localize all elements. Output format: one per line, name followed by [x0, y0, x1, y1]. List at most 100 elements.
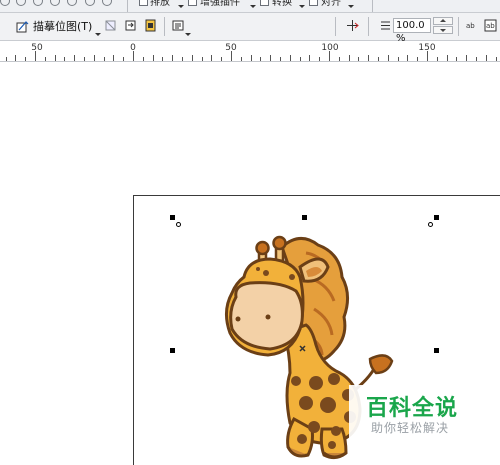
ruler-tick	[368, 55, 370, 61]
ruler-tick	[280, 57, 281, 61]
zoom-in-icon[interactable]	[16, 0, 26, 6]
svg-text:ab: ab	[486, 22, 495, 30]
ruler-label: 50	[31, 43, 43, 53]
crop-bitmap-icon[interactable]	[104, 19, 117, 32]
selection-handle-top[interactable]	[302, 215, 307, 220]
align-icon	[309, 0, 318, 6]
ruler-tick	[260, 57, 262, 61]
zoom-stepper[interactable]	[433, 17, 453, 34]
top-toolbar: 排放 增强插件 转换 对齐	[0, 0, 500, 13]
zoom-height-icon[interactable]	[102, 0, 112, 6]
ruler-tick	[201, 57, 203, 61]
zoom-page-icon[interactable]	[67, 0, 77, 6]
ruler-tick	[456, 57, 458, 61]
ruler-tick	[299, 57, 301, 61]
plugins-icon	[188, 0, 197, 6]
ruler-tick	[113, 55, 115, 61]
ruler-tick	[93, 55, 95, 61]
stepper-down-icon[interactable]	[433, 26, 453, 34]
ruler-tick	[466, 55, 468, 61]
stepper-up-icon[interactable]	[433, 17, 453, 25]
ruler-tick	[84, 57, 85, 61]
ruler-tick	[142, 57, 144, 61]
trace-bitmap-button[interactable]: 描摹位图(T)	[16, 18, 92, 34]
rotation-marker[interactable]	[176, 222, 181, 227]
ruler-tick	[427, 51, 428, 61]
resample-icon[interactable]	[124, 19, 137, 32]
ruler-tick	[221, 57, 223, 61]
ruler-tick	[64, 57, 66, 61]
ruler-tick	[54, 55, 56, 61]
zoom-field[interactable]: 100.0 %	[393, 18, 431, 44]
ruler-tick	[231, 51, 232, 61]
ruler-tick	[162, 57, 164, 61]
ruler-tick	[436, 57, 438, 61]
ruler-tick	[123, 57, 125, 61]
chevron-down-icon[interactable]	[178, 5, 184, 8]
ruler-tick	[250, 55, 252, 61]
ruler-label: 100	[321, 43, 339, 53]
ruler-tick	[387, 55, 389, 61]
ruler-tick	[348, 55, 350, 61]
ruler-tick	[5, 57, 7, 61]
zoom-fit-icon[interactable]	[50, 0, 60, 6]
edit-bitmap-icon[interactable]	[172, 19, 185, 32]
selection-handle-left[interactable]	[170, 348, 175, 353]
rotation-marker[interactable]	[428, 222, 433, 227]
ruler-tick	[378, 57, 379, 61]
ruler-tick	[211, 55, 213, 61]
property-bar: 描摹位图(T) 100.0 % ab ab	[0, 13, 500, 44]
ruler-tick	[172, 55, 174, 61]
ruler-tick	[397, 57, 399, 61]
selection-handle-top-right[interactable]	[434, 215, 439, 220]
trace-bitmap-icon	[16, 20, 29, 32]
ruler-tick	[476, 57, 477, 61]
ruler-tick	[133, 51, 134, 61]
svg-text:ab: ab	[466, 22, 475, 30]
ruler-tick	[152, 55, 154, 61]
ruler-tick	[495, 57, 497, 61]
ruler-tick	[329, 51, 330, 61]
align-menu[interactable]: 对齐	[321, 0, 341, 10]
chevron-down-icon[interactable]	[348, 5, 354, 8]
text-properties-icon[interactable]: ab	[484, 19, 497, 32]
text-ab-icon[interactable]: ab	[466, 19, 479, 32]
ruler-tick	[289, 55, 291, 61]
ruler-tick	[191, 55, 193, 61]
scale-icon	[381, 21, 390, 30]
selection-handle-top-left[interactable]	[170, 215, 175, 220]
zoom-icon[interactable]	[0, 0, 10, 6]
arrange-menu[interactable]: 排放	[150, 0, 170, 10]
align-to-page-icon[interactable]	[346, 19, 359, 32]
ruler-tick	[25, 57, 27, 61]
transform-icon	[260, 0, 269, 6]
zoom-width-icon[interactable]	[85, 0, 95, 6]
ruler-tick	[407, 55, 409, 61]
selection-handle-right[interactable]	[434, 348, 439, 353]
ruler-tick	[103, 57, 105, 61]
zoom-out-icon[interactable]	[33, 0, 43, 6]
chevron-down-icon[interactable]	[299, 5, 305, 8]
watermark: 百科全说 助你轻松解决	[349, 385, 500, 445]
ruler-tick	[319, 57, 321, 61]
chevron-down-icon[interactable]	[250, 5, 256, 8]
horizontal-ruler[interactable]: 50 0 50 100 150	[0, 41, 500, 62]
ruler-tick	[270, 55, 272, 61]
ruler-tick	[240, 57, 242, 61]
ruler-tick	[15, 55, 17, 61]
chevron-down-icon[interactable]	[95, 33, 101, 36]
ruler-tick	[485, 55, 487, 61]
ruler-tick	[74, 55, 76, 61]
arrange-icon	[139, 0, 148, 6]
ruler-tick	[182, 57, 183, 61]
bitmap-color-mask-icon[interactable]	[144, 19, 157, 32]
watermark-title: 百科全说	[366, 396, 459, 421]
transform-menu[interactable]: 转换	[272, 0, 292, 10]
plugins-menu[interactable]: 增强插件	[200, 0, 240, 10]
watermark-subtitle: 助你轻松解决	[371, 421, 450, 435]
chevron-down-icon[interactable]	[185, 33, 191, 36]
trace-bitmap-label: 描摹位图(T)	[33, 20, 93, 33]
ruler-tick	[338, 57, 340, 61]
ruler-tick	[35, 51, 36, 61]
ruler-tick	[309, 55, 311, 61]
